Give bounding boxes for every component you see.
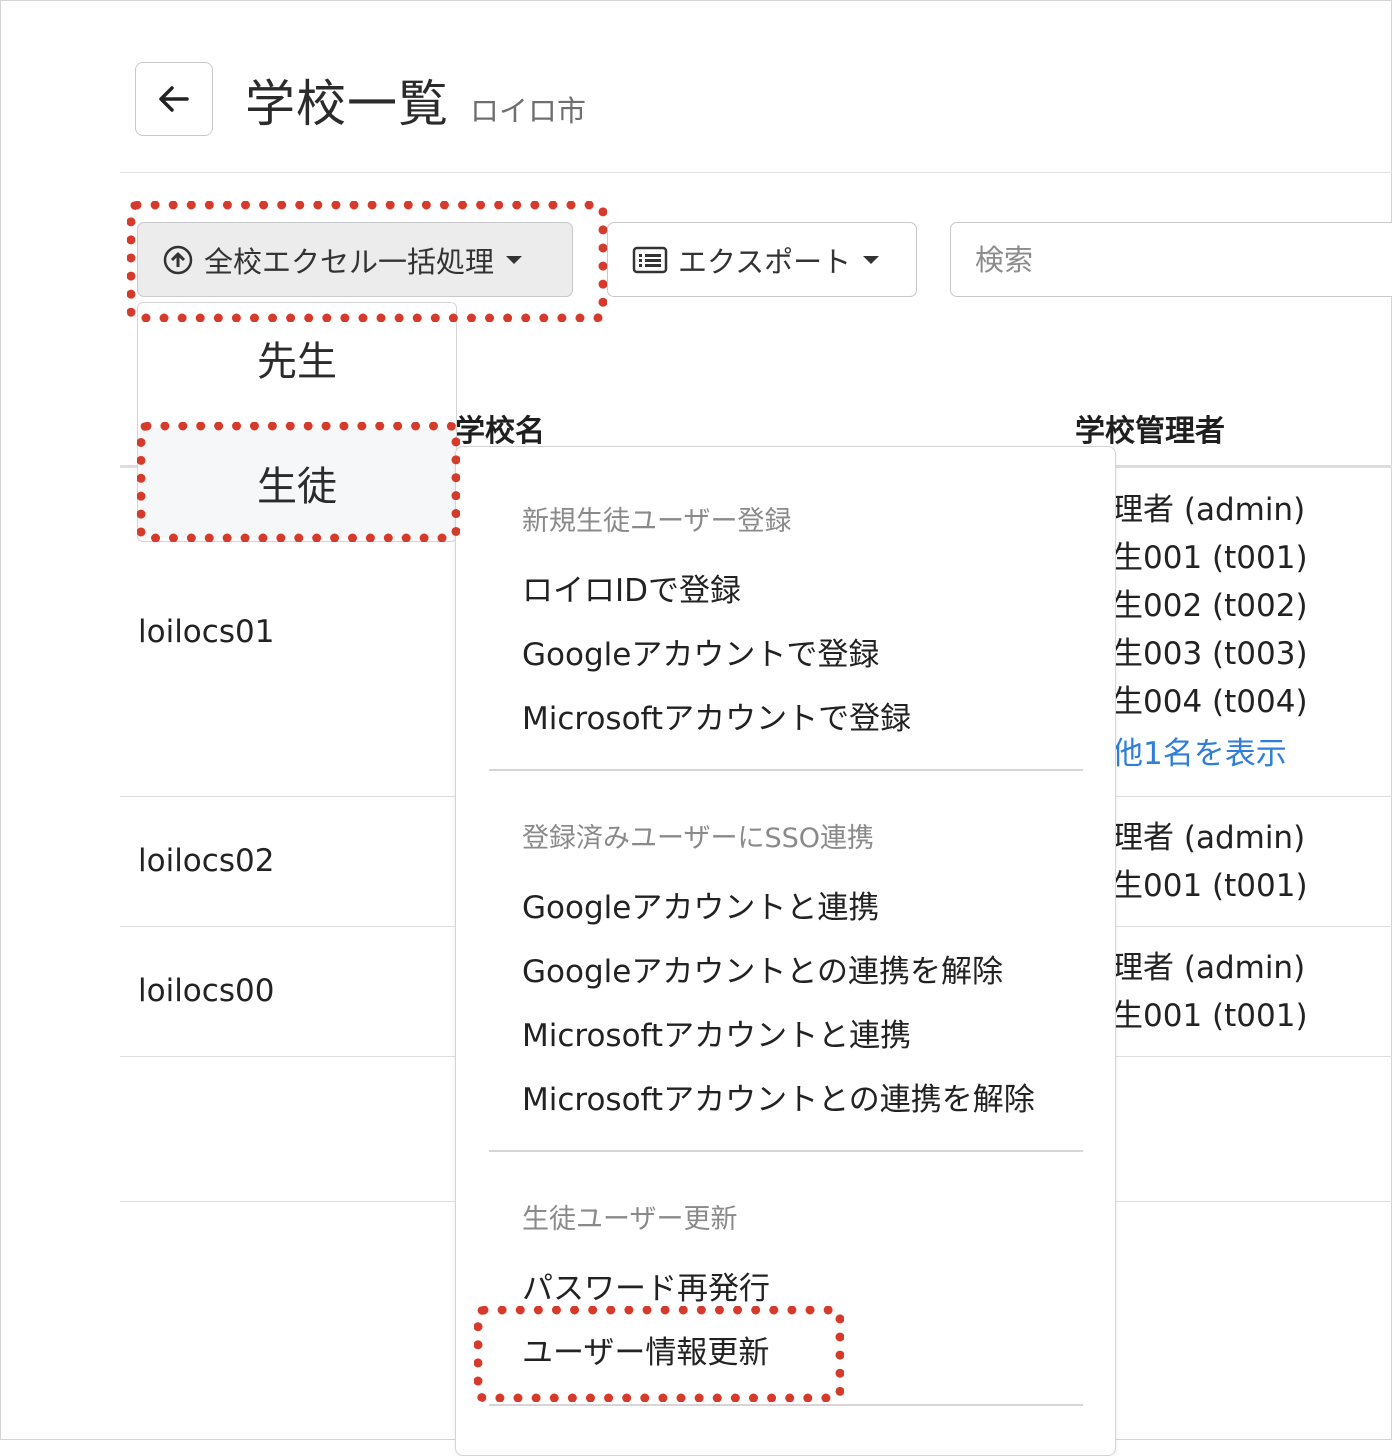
menu-item-link-microsoft[interactable]: Microsoftアカウントと連携 — [522, 1010, 911, 1055]
arrow-left-icon — [159, 86, 189, 112]
menu-item-reissue-password[interactable]: パスワード再発行 — [522, 1263, 770, 1308]
admin-entry: 理者 (admin) — [1112, 820, 1306, 856]
admin-entry: 理者 (admin) — [1112, 950, 1306, 986]
admin-entry: 生001 (t001) — [1112, 540, 1308, 576]
menu-item-link-google[interactable]: Googleアカウントと連携 — [522, 882, 879, 927]
chevron-down-icon — [863, 255, 880, 264]
admin-list: 理者 (admin) 生001 (t001) — [1112, 944, 1308, 1040]
admin-entry: 生004 (t004) — [1112, 684, 1308, 720]
table-row-school-id: loilocs01 — [138, 614, 275, 650]
student-submenu: 新規生徒ユーザー登録 ロイロIDで登録 Googleアカウントで登録 Micro… — [455, 446, 1116, 1456]
bulk-excel-label: 全校エクセル一括処理 — [204, 244, 495, 279]
admin-entry: 生001 (t001) — [1112, 868, 1308, 904]
admin-entry: 生001 (t001) — [1112, 998, 1308, 1034]
export-button[interactable]: エクスポート — [607, 222, 917, 297]
menu-item-register-google[interactable]: Googleアカウントで登録 — [522, 629, 879, 674]
header-divider — [120, 172, 1392, 173]
section-header-student-update: 生徒ユーザー更新 — [522, 1204, 738, 1235]
menu-item-teacher[interactable]: 先生 — [138, 303, 456, 413]
table-row-school-id: loilocs00 — [138, 973, 275, 1009]
menu-item-student[interactable]: 生徒 — [138, 428, 456, 538]
menu-divider — [489, 1404, 1083, 1406]
column-header-school-admin[interactable]: 学校管理者 — [1075, 406, 1225, 450]
chevron-down-icon — [506, 255, 523, 264]
back-button[interactable] — [135, 62, 213, 136]
menu-item-unlink-microsoft[interactable]: Microsoftアカウントとの連携を解除 — [522, 1074, 1035, 1119]
bulk-excel-button[interactable]: 全校エクセル一括処理 — [137, 222, 573, 297]
column-header-school-name[interactable]: 学校名 — [455, 406, 545, 450]
show-more-admins-link[interactable]: 他1名を表示 — [1112, 730, 1308, 778]
role-dropdown-menu: 先生 生徒 — [137, 302, 457, 542]
menu-item-unlink-google[interactable]: Googleアカウントとの連携を解除 — [522, 946, 1003, 991]
export-label: エクスポート — [678, 244, 852, 279]
admin-list: 理者 (admin) 生001 (t001) — [1112, 814, 1308, 910]
page-subtitle: ロイロ市 — [470, 94, 587, 128]
section-header-sso-link: 登録済みユーザーにSSO連携 — [522, 823, 874, 854]
menu-item-update-user-info[interactable]: ユーザー情報更新 — [522, 1327, 769, 1372]
menu-divider — [489, 769, 1083, 771]
admin-entry: 生003 (t003) — [1112, 636, 1308, 672]
upload-circle-icon — [163, 245, 193, 274]
menu-divider — [489, 1150, 1083, 1152]
page-title: 学校一覧 — [245, 75, 449, 133]
list-icon — [632, 246, 668, 273]
admin-entry: 生002 (t002) — [1112, 588, 1308, 624]
table-row-school-id: loilocs02 — [138, 843, 275, 879]
menu-item-register-loilo-id[interactable]: ロイロIDで登録 — [522, 565, 741, 610]
menu-item-register-microsoft[interactable]: Microsoftアカウントで登録 — [522, 693, 911, 738]
admin-entry: 理者 (admin) — [1112, 492, 1306, 528]
section-header-new-registration: 新規生徒ユーザー登録 — [522, 506, 792, 537]
admin-list: 理者 (admin) 生001 (t001) 生002 (t002) 生003 … — [1112, 486, 1308, 778]
search-input[interactable] — [950, 222, 1392, 297]
